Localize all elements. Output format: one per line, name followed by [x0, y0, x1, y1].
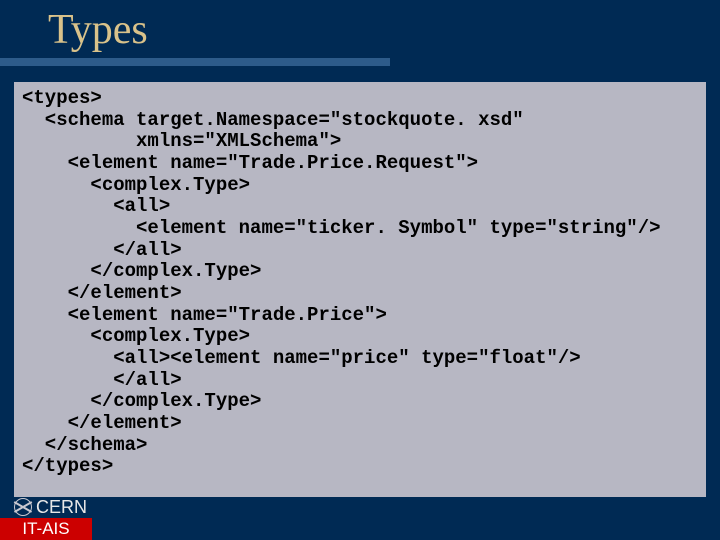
slide-title: Types	[48, 6, 148, 54]
cern-logo-icon	[14, 498, 32, 516]
footer-dept: IT-AIS	[0, 518, 92, 540]
title-underline	[0, 58, 390, 66]
code-block: <types> <schema target.Namespace="stockq…	[14, 82, 706, 497]
footer-org: CERN	[36, 497, 87, 518]
slide: Types <types> <schema target.Namespace="…	[0, 0, 720, 540]
